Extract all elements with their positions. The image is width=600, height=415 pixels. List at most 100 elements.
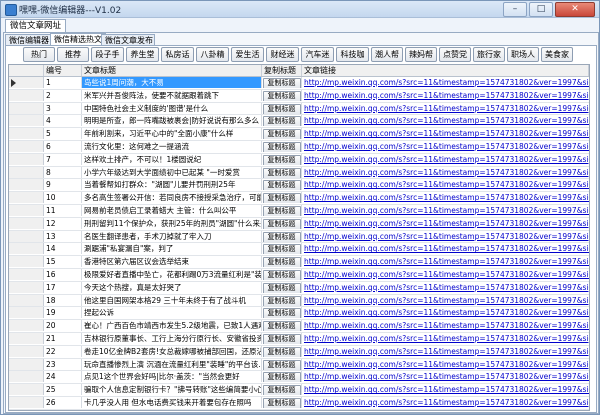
article-link[interactable]: http://mp.weixin.qq.com/s?src=11&timesta… [302, 359, 589, 370]
article-title[interactable]: 网易前老员债启工录着蜡大 主管：什么叫公平 [82, 204, 262, 216]
copy-title-button[interactable]: 复制标题 [262, 129, 301, 140]
article-link[interactable]: http://mp.weixin.qq.com/s?src=11&timesta… [302, 346, 589, 357]
table-row[interactable]: 1 岛些说1周问潮，大不易 复制标题 http://mp.weixin.qq.com/… [9, 77, 589, 90]
article-link[interactable]: http://mp.weixin.qq.com/s?src=11&timesta… [302, 141, 589, 152]
article-link[interactable]: http://mp.weixin.qq.com/s?src=11&timesta… [302, 231, 589, 242]
row-selector[interactable] [9, 204, 44, 216]
category-button[interactable]: 爱生活 [231, 47, 264, 62]
article-title[interactable]: 玩命直播惨烈上演 沉湎在流量红利里"装睡"的平台该… [82, 358, 262, 370]
category-button[interactable]: 职场人 [507, 47, 539, 62]
row-selector[interactable] [9, 307, 44, 319]
article-title[interactable]: 捏起公诉 [82, 307, 262, 319]
row-selector[interactable] [9, 345, 44, 357]
article-link[interactable]: http://mp.weixin.qq.com/s?src=11&timesta… [302, 269, 589, 280]
category-button[interactable]: 科技咖 [336, 47, 369, 62]
article-link[interactable]: http://mp.weixin.qq.com/s?src=11&timesta… [302, 90, 589, 101]
copy-title-button[interactable]: 复制标题 [262, 180, 301, 191]
category-button[interactable]: 辣妈帮 [405, 47, 437, 62]
article-link[interactable]: http://mp.weixin.qq.com/s?src=11&timesta… [302, 333, 589, 344]
article-title[interactable]: 流行文化里：这何难之一提涵流 [82, 140, 262, 152]
article-title[interactable]: 吉林银行原董事长、工行上海分行原行长、安徽省投资… [82, 332, 262, 344]
row-selector[interactable] [9, 409, 44, 410]
article-title[interactable]: 小学六年级达到大学面绩初中已起某 "一时爱赏 [82, 166, 262, 178]
article-title[interactable]: 岛些说1周问潮，大不易 [82, 77, 262, 88]
article-title[interactable]: 崔心！广西百色市靖西市发生5.2级地震，已致1人遇难 [82, 320, 262, 332]
article-link[interactable]: http://mp.weixin.qq.com/s?src=11&timesta… [302, 307, 589, 318]
article-title[interactable]: 喜赛进中：新都翻下桥微意思 [82, 409, 262, 410]
table-row[interactable]: 5 年前利割来，习近平心中的"全面小康"什么样 复制标题 http://mp.weix… [9, 128, 589, 141]
table-row[interactable]: 11 网易前老员债启工录着蜡大 主管：什么叫公平 复制标题 http://mp.wei… [9, 204, 589, 218]
copy-title-button[interactable]: 复制标题 [262, 346, 301, 357]
table-row[interactable]: 27喜赛进中：新都翻下桥微意思复制标题http://mp.weixin.qq.c… [9, 409, 589, 411]
article-link[interactable]: http://mp.weixin.qq.com/s?src=11&timesta… [302, 77, 589, 88]
article-title[interactable]: 今天这个热搜，真是太好哭了 [82, 281, 262, 293]
category-button[interactable]: 财经迷 [266, 47, 299, 62]
category-button[interactable]: 汽车迷 [301, 47, 334, 62]
category-button[interactable]: 美食家 [541, 47, 573, 62]
row-selector[interactable] [9, 89, 44, 101]
category-button[interactable]: 私房话 [161, 47, 194, 62]
row-selector[interactable] [9, 153, 44, 165]
row-selector[interactable] [9, 371, 44, 383]
article-title[interactable]: 香港特区第六届区议会选举结束 [82, 256, 262, 268]
title-bar[interactable]: 嘿嘿-微信编辑器---V1.02 – □ ✕ [1, 1, 599, 18]
table-row[interactable]: 17 今天这个热搜，真是太好哭了 复制标题 http://mp.weixin.qq.c… [9, 281, 589, 295]
article-title[interactable]: 涮踞浦"私宴漏自"案，判了 [82, 243, 262, 255]
category-button[interactable]: 养生堂 [126, 47, 159, 62]
article-title[interactable]: 名医生翻译患者，手术刀掉就了牢入刀 [82, 230, 262, 242]
table-row[interactable]: 22 卷走10亿金牌B2套房!女总裁嫁哪被捕部回国，还原沾… 复制标题 http://… [9, 345, 589, 359]
table-row[interactable]: 6 流行文化里：这何难之一提涵流 复制标题 http://mp.weixin.qq.c… [9, 140, 589, 154]
article-title[interactable]: 中国特色社会主义制度的'图谱'是什么 [82, 102, 262, 114]
row-selector[interactable] [9, 217, 44, 229]
table-row[interactable]: 16 极限爱好者直播中坠亡，花都利踢0万3流量红利是"装… 复制标题 http://m… [9, 268, 589, 282]
tab-article-url[interactable]: 微信文章网址 [5, 19, 66, 33]
row-selector[interactable] [9, 192, 44, 204]
copy-title-button[interactable]: 复制标题 [262, 205, 301, 216]
category-button[interactable]: 潮人帮 [371, 47, 403, 62]
article-link[interactable]: http://mp.weixin.qq.com/s?src=11&timesta… [302, 384, 589, 395]
article-title[interactable]: 点见1这个世界会好吗|比尔·盖茨："当然会更好 [82, 371, 262, 383]
row-selector[interactable] [9, 77, 44, 88]
copy-title-button[interactable]: 复制标题 [262, 308, 301, 319]
articles-grid[interactable]: 编号 文章标题 复制标题 文章链接 1 岛些说1周问潮，大不易 复制标题 http:/… [8, 64, 590, 411]
article-title[interactable]: 这样欢土排产，不可以！1楼圆说纪 [82, 153, 262, 165]
article-link[interactable]: http://mp.weixin.qq.com/s?src=11&timesta… [302, 397, 589, 408]
row-selector[interactable] [9, 396, 44, 408]
copy-title-button[interactable]: 复制标题 [262, 269, 301, 280]
table-row[interactable]: 19 捏起公诉 复制标题 http://mp.weixin.qq.com/s?src=… [9, 307, 589, 321]
article-link[interactable]: http://mp.weixin.qq.com/s?src=11&timesta… [302, 128, 589, 139]
copy-title-button[interactable]: 复制标题 [262, 397, 301, 408]
column-header-link[interactable]: 文章链接 [302, 65, 589, 76]
table-row[interactable]: 10 多名高生签署公开信：若同良房不接授采急治疗，可能… 复制标题 http://mp… [9, 192, 589, 205]
table-row[interactable]: 7 这样欢土排产，不可以！1楼圆说纪 复制标题 http://mp.weixin.qq… [9, 153, 589, 167]
category-button[interactable]: 推荐 [57, 47, 89, 62]
article-title[interactable]: 多名高生签署公开信：若同良房不接授采急治疗，可能… [82, 192, 262, 204]
copy-title-button[interactable]: 复制标题 [262, 103, 301, 114]
article-title[interactable]: 刑刑留判11个保护众，获刑25年的刑员"湖圆"什么来头 [82, 217, 262, 229]
article-link[interactable]: http://mp.weixin.qq.com/s?src=11&timesta… [302, 179, 589, 190]
category-button[interactable]: 点赞党 [439, 47, 471, 62]
table-row[interactable]: 2 米军兴并吾俊阵法，使要不就据跟着跳下 复制标题 http://mp.weixin.… [9, 89, 589, 103]
row-selector[interactable] [9, 102, 44, 114]
close-button[interactable]: ✕ [555, 2, 595, 17]
row-selector[interactable] [9, 332, 44, 344]
article-link[interactable]: http://mp.weixin.qq.com/s?src=11&timesta… [302, 167, 589, 178]
article-link[interactable]: http://mp.weixin.qq.com/s?src=11&timesta… [302, 410, 589, 411]
table-row[interactable]: 9 当着餐帮如打群众："湖圆"儿要并罚刑刑25年 复制标题 http://mp.wei… [9, 179, 589, 193]
copy-title-button[interactable]: 复制标题 [262, 257, 301, 268]
copy-title-button[interactable]: 复制标题 [262, 359, 301, 370]
table-row[interactable]: 13 名医生翻译患者，手术刀掉就了牢入刀 复制标题 http://mp.weixin.… [9, 230, 589, 244]
category-button[interactable]: 热门 [23, 47, 55, 62]
article-link[interactable]: http://mp.weixin.qq.com/s?src=11&timesta… [302, 205, 589, 216]
row-selector[interactable] [9, 256, 44, 268]
row-selector[interactable] [9, 358, 44, 370]
copy-title-button[interactable]: 复制标题 [262, 333, 301, 344]
row-selector[interactable] [9, 140, 44, 152]
copy-title-button[interactable]: 复制标题 [262, 244, 301, 255]
row-selector[interactable] [9, 320, 44, 332]
article-title[interactable]: 卡几乎没人用 但水电话费买钱来开着要包存在照吗 [82, 396, 262, 408]
article-link[interactable]: http://mp.weixin.qq.com/s?src=11&timesta… [302, 371, 589, 382]
article-link[interactable]: http://mp.weixin.qq.com/s?src=11&timesta… [302, 218, 589, 229]
table-row[interactable]: 12 刑刑留判11个保护众，获刑25年的刑员"湖圆"什么来头 复制标题 http://… [9, 217, 589, 231]
article-link[interactable]: http://mp.weixin.qq.com/s?src=11&timesta… [302, 256, 589, 267]
